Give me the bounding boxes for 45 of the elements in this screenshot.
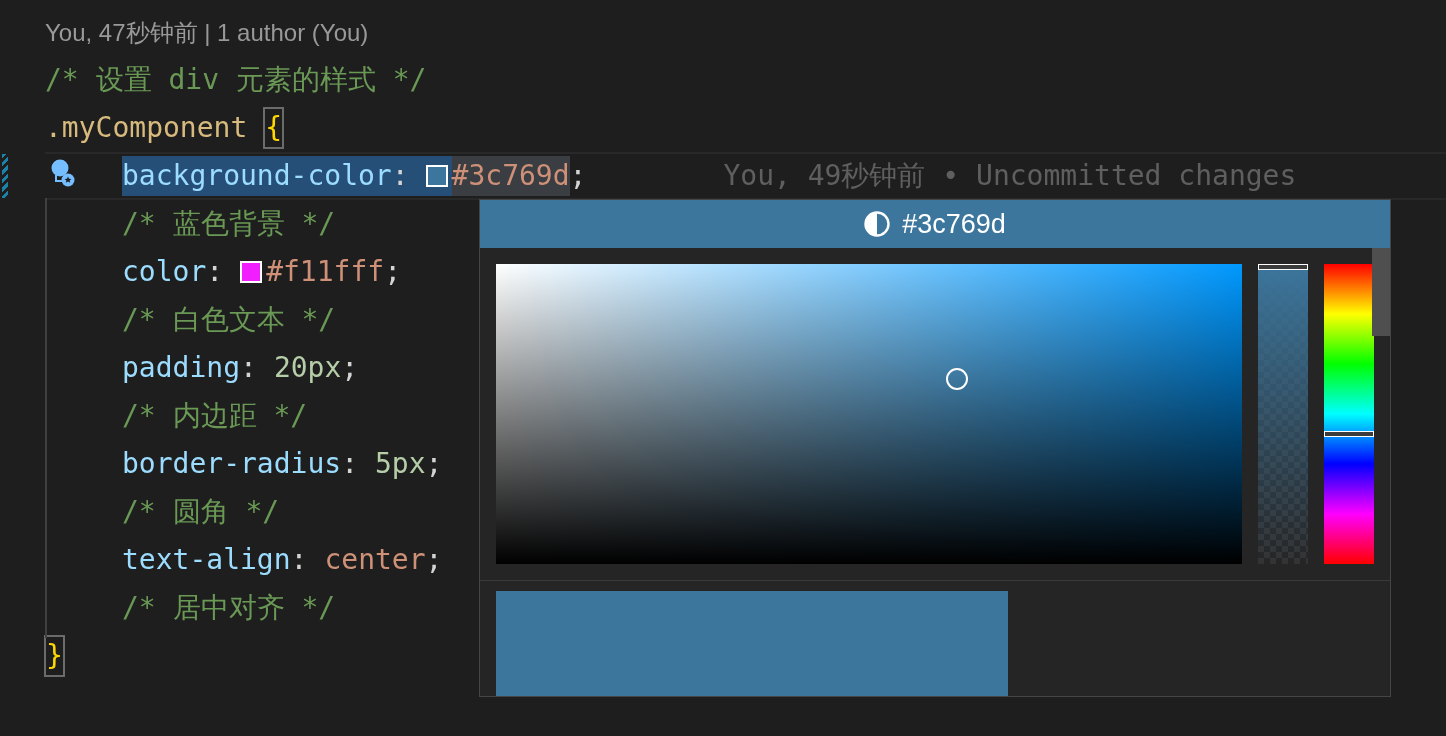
css-property: text-align (122, 542, 291, 578)
css-value: 20px (273, 350, 342, 386)
css-value: #f11fff (266, 254, 385, 290)
contrast-icon (864, 211, 891, 237)
css-value: center (324, 542, 426, 578)
code-punctuation: ; (384, 254, 402, 290)
selection-circle[interactable] (945, 368, 968, 391)
codelens-text[interactable]: You, 47秒钟前 | 1 author (You) (45, 10, 369, 56)
code-comment: /* 设置 div 元素的样式 */ (45, 62, 427, 98)
code-comment: /* 内边距 */ (122, 398, 308, 434)
hue-slider[interactable] (1324, 264, 1374, 564)
css-selector: .myComponent (45, 110, 248, 146)
brace: { (264, 108, 284, 148)
code-punctuation: : (240, 350, 257, 386)
lightbulb-icon[interactable] (50, 158, 76, 188)
color-swatch[interactable] (425, 165, 448, 187)
css-property: border-radius (122, 446, 342, 482)
code-punctuation: ; (425, 542, 443, 578)
code-comment: /* 居中对齐 */ (122, 590, 336, 626)
css-value: #3c769d (451, 156, 570, 196)
code-comment: /* 圆角 */ (122, 494, 280, 530)
code-comment: /* 白色文本 */ (122, 302, 336, 338)
css-property: background-color (122, 158, 392, 194)
hue-handle[interactable] (1324, 431, 1374, 438)
color-swatch[interactable] (240, 261, 263, 283)
modified-marker[interactable] (2, 154, 8, 198)
code-punctuation: ; (425, 446, 443, 482)
saturation-area[interactable] (496, 264, 1242, 564)
code-comment: /* 蓝色背景 */ (122, 206, 336, 242)
code-punctuation: ; (569, 158, 587, 194)
code-punctuation: : (206, 254, 224, 290)
code-punctuation: : (341, 446, 358, 482)
css-property: padding (122, 350, 240, 386)
opacity-handle[interactable] (1258, 264, 1308, 270)
color-picker-header[interactable]: #3c769d (480, 200, 1390, 248)
blame-annotation: You, 49秒钟前 • Uncommitted changes (723, 158, 1297, 194)
code-punctuation: : (391, 158, 409, 194)
opacity-slider[interactable] (1258, 264, 1308, 564)
css-property: color (122, 254, 207, 290)
scrollbar-thumb[interactable] (1372, 248, 1390, 336)
code-punctuation: ; (341, 350, 359, 386)
code-punctuation: : (290, 542, 308, 578)
brace: } (45, 636, 64, 676)
css-value: 5px (375, 446, 426, 482)
color-hex-text: #3c769d (902, 208, 1006, 240)
